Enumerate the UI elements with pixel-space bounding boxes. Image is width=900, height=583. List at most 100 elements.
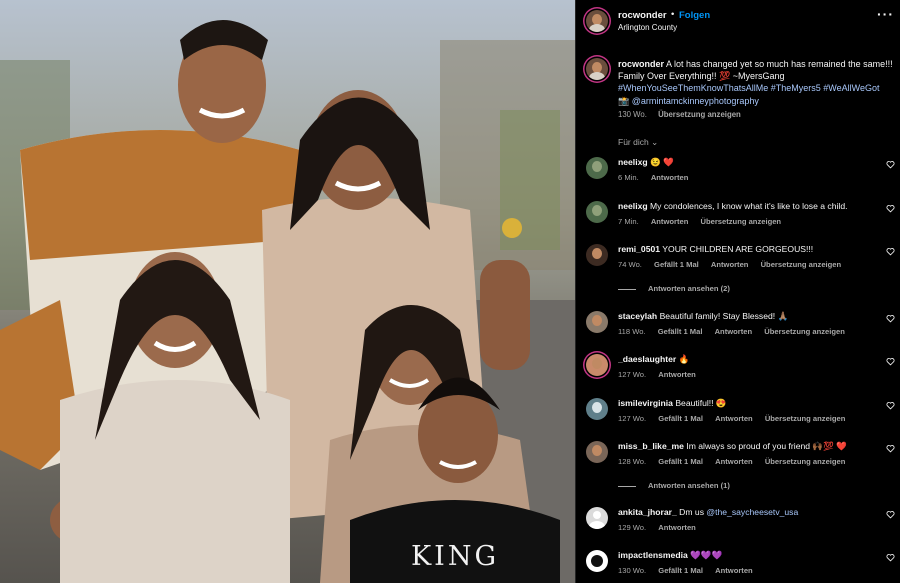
likes-count[interactable]: Gefällt 1 Mal	[658, 414, 703, 423]
reply-button[interactable]: Antworten	[715, 566, 753, 575]
comment-mention[interactable]: @the_saycheesetv_usa	[706, 507, 798, 517]
comment-username[interactable]: neelixg	[618, 157, 648, 167]
reply-button[interactable]: Antworten	[715, 457, 753, 466]
comment-meta: 128 Wo. Gefällt 1 Mal Antworten Übersetz…	[618, 457, 855, 466]
comment-item: remi_0501 YOUR CHILDREN ARE GORGEOUS!!! …	[575, 244, 900, 278]
reply-button[interactable]: Antworten	[711, 260, 749, 269]
comment-meta: 7 Min. Antworten Übersetzung anzeigen	[618, 217, 791, 226]
comment-meta: 6 Min. Antworten	[618, 173, 698, 182]
commenter-avatar[interactable]	[586, 244, 608, 266]
comment-item: neelixg My condolences, I know what it's…	[575, 201, 900, 235]
commenter-avatar[interactable]	[586, 507, 608, 529]
commenter-avatar[interactable]	[586, 354, 608, 376]
comment-username[interactable]: ankita_jhorar_	[618, 507, 677, 517]
like-heart-icon[interactable]	[886, 204, 895, 213]
comment-item: ismilevirginia Beautiful!! 😍 127 Wo. Gef…	[575, 398, 900, 432]
post-photo[interactable]: KING	[0, 0, 575, 583]
comment-text: neelixg 😉 ❤️	[618, 157, 674, 167]
comment-username[interactable]: impactlensmedia	[618, 550, 688, 560]
comment-time: 127 Wo.	[618, 414, 647, 423]
like-heart-icon[interactable]	[886, 401, 895, 410]
comment-username[interactable]: remi_0501	[618, 244, 660, 254]
view-replies-button[interactable]: Antworten ansehen (1)	[618, 481, 730, 490]
commenter-avatar[interactable]	[586, 311, 608, 333]
reply-button[interactable]: Antworten	[651, 173, 689, 182]
comment-text: ankita_jhorar_ Dm us @the_saycheesetv_us…	[618, 507, 799, 517]
follow-button[interactable]: Folgen	[679, 10, 710, 21]
likes-count[interactable]: Gefällt 1 Mal	[658, 457, 703, 466]
comment-meta: 127 Wo. Antworten	[618, 370, 706, 379]
comment-text: impactlensmedia 💜💜💜	[618, 550, 723, 560]
likes-count[interactable]: Gefällt 1 Mal	[658, 327, 703, 336]
commenter-avatar[interactable]	[586, 398, 608, 420]
caption-time: 130 Wo.	[618, 110, 647, 119]
comment-meta: 127 Wo. Gefällt 1 Mal Antworten Übersetz…	[618, 414, 855, 423]
comment-meta: 129 Wo. Antworten	[618, 523, 706, 532]
like-heart-icon[interactable]	[886, 553, 895, 562]
translate-link[interactable]: Übersetzung anzeigen	[761, 260, 842, 269]
comment-text: remi_0501 YOUR CHILDREN ARE GORGEOUS!!!	[618, 244, 814, 254]
commenter-avatar[interactable]	[586, 201, 608, 223]
like-heart-icon[interactable]	[886, 314, 895, 323]
comment-item: ankita_jhorar_ Dm us @the_saycheesetv_us…	[575, 507, 900, 541]
family-photo-illustration: KING	[0, 0, 575, 583]
commenter-avatar[interactable]	[586, 441, 608, 463]
comment-item: staceylah Beautiful family! Stay Blessed…	[575, 311, 900, 345]
comment-meta: 74 Wo. Gefällt 1 Mal Antworten Übersetzu…	[618, 260, 851, 269]
shirt-text: KING	[411, 541, 499, 572]
comment-time: 6 Min.	[618, 173, 639, 182]
comment-item: miss_b_like_me Im always so proud of you…	[575, 441, 900, 475]
reply-button[interactable]: Antworten	[715, 327, 753, 336]
post-header: rocwonder • Folgen Arlington County ···	[575, 0, 900, 42]
comment-time: 118 Wo.	[618, 327, 646, 336]
translate-link[interactable]: Übersetzung anzeigen	[700, 217, 781, 226]
comment-username[interactable]: ismilevirginia	[618, 398, 673, 408]
reply-button[interactable]: Antworten	[651, 217, 689, 226]
comment-time: 130 Wo.	[618, 566, 647, 575]
author-username[interactable]: rocwonder	[618, 10, 667, 21]
caption-hashtags[interactable]: #WhenYouSeeThemKnowThatsAllMe #TheMyers5…	[618, 83, 879, 93]
separator-dot: •	[671, 9, 675, 20]
caption-username[interactable]: rocwonder	[618, 59, 664, 69]
comment-text: neelixg My condolences, I know what it's…	[618, 201, 848, 211]
comment-time: 7 Min.	[618, 217, 639, 226]
likes-count[interactable]: Gefällt 1 Mal	[654, 260, 699, 269]
translate-link[interactable]: Übersetzung anzeigen	[765, 414, 846, 423]
comment-time: 129 Wo.	[618, 523, 647, 532]
like-heart-icon[interactable]	[886, 444, 895, 453]
comment-username[interactable]: miss_b_like_me	[618, 441, 684, 451]
reply-button[interactable]: Antworten	[715, 414, 753, 423]
post-location[interactable]: Arlington County	[618, 23, 677, 32]
comment-username[interactable]: staceylah	[618, 311, 657, 321]
comment-text: staceylah Beautiful family! Stay Blessed…	[618, 311, 789, 321]
comment-username[interactable]: neelixg	[618, 201, 648, 211]
post-caption: rocwonder A lot has changed yet so much …	[618, 58, 893, 107]
caption-translate-link[interactable]: Übersetzung anzeigen	[658, 110, 741, 119]
author-avatar[interactable]	[586, 10, 608, 32]
caption-avatar[interactable]	[586, 58, 608, 80]
comment-item: impactlensmedia 💜💜💜 130 Wo. Gefällt 1 Ma…	[575, 550, 900, 583]
comment-text: ismilevirginia Beautiful!! 😍	[618, 398, 727, 408]
like-heart-icon[interactable]	[886, 510, 895, 519]
translate-link[interactable]: Übersetzung anzeigen	[764, 327, 845, 336]
comment-sort-dropdown[interactable]: Für dich ⌄	[618, 137, 658, 148]
comment-meta: 118 Wo. Gefällt 1 Mal Antworten Übersetz…	[618, 327, 855, 336]
commenter-avatar[interactable]	[586, 550, 608, 572]
like-heart-icon[interactable]	[886, 247, 895, 256]
view-replies-button[interactable]: Antworten ansehen (2)	[618, 284, 730, 293]
reply-button[interactable]: Antworten	[658, 370, 696, 379]
likes-count[interactable]: Gefällt 1 Mal	[658, 566, 703, 575]
comment-username[interactable]: _daeslaughter	[618, 354, 676, 364]
panel-divider	[575, 0, 576, 583]
comment-text: miss_b_like_me Im always so proud of you…	[618, 441, 847, 451]
commenter-avatar[interactable]	[586, 157, 608, 179]
comment-text: _daeslaughter 🔥	[618, 354, 690, 364]
caption-credit[interactable]: 📸 @armintamckinneyphotography	[618, 96, 759, 106]
comments-panel: rocwonder • Folgen Arlington County ··· …	[575, 0, 900, 583]
translate-link[interactable]: Übersetzung anzeigen	[765, 457, 846, 466]
like-heart-icon[interactable]	[886, 357, 895, 366]
reply-button[interactable]: Antworten	[658, 523, 696, 532]
comment-item: _daeslaughter 🔥 127 Wo. Antworten	[575, 354, 900, 388]
like-heart-icon[interactable]	[886, 160, 895, 169]
more-horizontal-icon[interactable]: ···	[877, 7, 894, 21]
